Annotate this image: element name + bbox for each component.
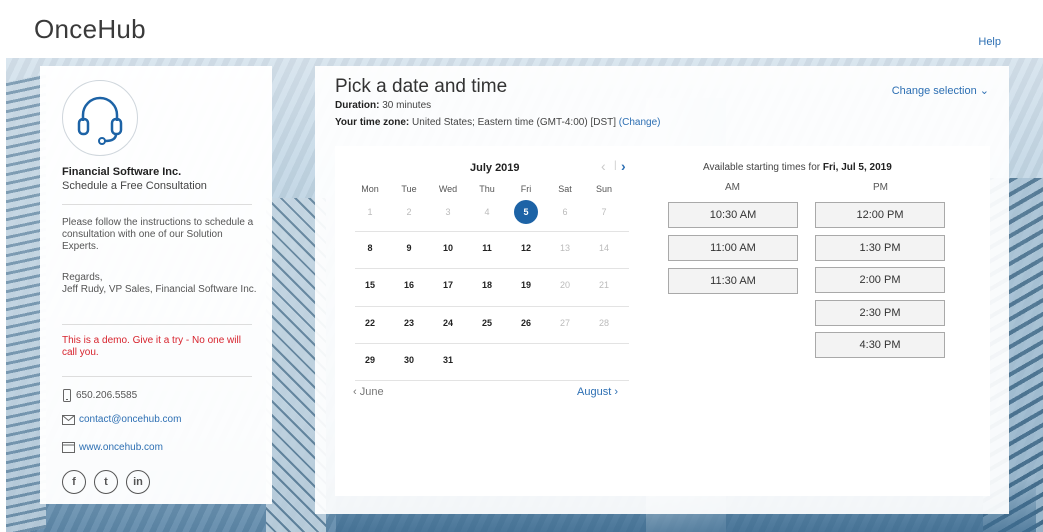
- divider: [62, 324, 252, 325]
- timezone-info: Your time zone: United States; Eastern t…: [335, 117, 661, 128]
- phone-number: 650.206.5585: [76, 390, 138, 401]
- website-link[interactable]: www.oncehub.com: [79, 442, 163, 453]
- calendar-day[interactable]: 25: [472, 318, 502, 328]
- weekday-header: Fri: [520, 184, 532, 194]
- chevron-down-icon: ⌄: [979, 85, 989, 97]
- twitter-icon[interactable]: t: [94, 470, 118, 494]
- calendar-day[interactable]: 29: [355, 355, 385, 365]
- weekday-header: Sun: [595, 184, 612, 194]
- email-row[interactable]: contact@oncehub.com: [62, 414, 181, 425]
- calendar-day: 14: [598, 243, 609, 253]
- calendar-day[interactable]: 18: [472, 280, 502, 290]
- calendar-day: 7: [601, 207, 607, 217]
- calendar-day[interactable]: 30: [394, 355, 424, 365]
- social-links: f t in: [62, 470, 150, 494]
- calendar-day[interactable]: 12: [511, 243, 541, 253]
- calendar-row-divider: [355, 231, 629, 232]
- weekday-header: Tue: [401, 184, 417, 194]
- headset-icon: [62, 80, 138, 156]
- website-row[interactable]: www.oncehub.com: [62, 442, 163, 453]
- profile-card: Financial Software Inc. Schedule a Free …: [40, 66, 272, 504]
- time-slot-button[interactable]: 4:30 PM: [815, 332, 945, 358]
- booking-subtitle: Schedule a Free Consultation: [62, 180, 207, 192]
- scheduler-panel: Pick a date and time Duration: 30 minute…: [315, 66, 1009, 514]
- change-selection-dropdown[interactable]: Change selection ⌄: [892, 84, 989, 97]
- calendar-day: 21: [598, 280, 609, 290]
- weekday-header: Thu: [479, 184, 495, 194]
- regards-text: Regards, Jeff Rudy, VP Sales, Financial …: [62, 272, 257, 295]
- calendar-day[interactable]: 26: [511, 318, 541, 328]
- calendar-day: 28: [598, 318, 609, 328]
- linkedin-icon[interactable]: in: [126, 470, 150, 494]
- chevron-right-icon: ›: [614, 386, 618, 398]
- time-slot-button[interactable]: 11:00 AM: [668, 235, 798, 261]
- calendar-day[interactable]: 24: [433, 318, 463, 328]
- time-slot-button[interactable]: 2:30 PM: [815, 299, 945, 326]
- page-title: Pick a date and time: [335, 76, 508, 97]
- month-title: July 2019: [470, 162, 520, 174]
- browser-icon: [62, 442, 75, 453]
- divider: [62, 204, 252, 205]
- calendar-row-divider: [355, 268, 629, 269]
- calendar-day: 13: [559, 243, 570, 253]
- calendar-day: 27: [559, 318, 570, 328]
- prev-month-arrow-icon[interactable]: ‹: [601, 158, 606, 174]
- time-slot-button[interactable]: 2:00 PM: [815, 267, 945, 293]
- divider: [62, 376, 252, 377]
- oncehub-logo[interactable]: OnceHub: [34, 14, 146, 45]
- calendar-day[interactable]: 31: [433, 355, 463, 365]
- pm-label: PM: [873, 182, 888, 193]
- prev-month-link[interactable]: ‹ June: [353, 386, 384, 398]
- calendar-day: 3: [445, 207, 451, 217]
- calendar-day-selected[interactable]: 5: [514, 200, 538, 224]
- envelope-icon: [62, 414, 75, 425]
- company-name: Financial Software Inc.: [62, 166, 182, 178]
- time-slot-button[interactable]: 10:30 AM: [668, 202, 798, 228]
- calendar-day[interactable]: 16: [394, 280, 424, 290]
- instructions-text: Please follow the instructions to schedu…: [62, 217, 254, 252]
- next-month-arrow-icon[interactable]: ›: [621, 158, 626, 174]
- calendar-day[interactable]: 8: [355, 243, 385, 253]
- weekday-header: Mon: [361, 184, 379, 194]
- calendar-row-divider: [355, 380, 629, 381]
- chevron-left-icon: ‹: [353, 386, 357, 398]
- calendar-day[interactable]: 10: [433, 243, 463, 253]
- calendar-day: 2: [406, 207, 412, 217]
- facebook-icon[interactable]: f: [62, 470, 86, 494]
- time-slot-button[interactable]: 11:30 AM: [668, 268, 798, 294]
- calendar-row-divider: [355, 343, 629, 344]
- weekday-header: Wed: [438, 184, 458, 194]
- next-month-link[interactable]: August ›: [577, 386, 618, 398]
- phone-row: 650.206.5585: [62, 389, 137, 402]
- calendar-day: 1: [367, 207, 373, 217]
- email-link[interactable]: contact@oncehub.com: [79, 414, 181, 425]
- calendar-day: 4: [484, 207, 490, 217]
- demo-notice: This is a demo. Give it a try - No one w…: [62, 335, 241, 358]
- available-times-heading: Available starting times for Fri, Jul 5,…: [703, 162, 892, 173]
- calendar-day[interactable]: 15: [355, 280, 385, 290]
- top-bar: OnceHub Help: [0, 0, 1043, 58]
- calendar-row-divider: [355, 306, 629, 307]
- calendar-day: 6: [562, 207, 568, 217]
- phone-icon: [63, 389, 71, 402]
- calendar-day[interactable]: 11: [472, 243, 502, 253]
- calendar-day[interactable]: 9: [394, 243, 424, 253]
- calendar-day: 20: [559, 280, 570, 290]
- calendar-day[interactable]: 22: [355, 318, 385, 328]
- change-timezone-link[interactable]: (Change): [619, 117, 661, 128]
- time-slot-button[interactable]: 12:00 PM: [815, 202, 945, 228]
- calendar-day[interactable]: 19: [511, 280, 541, 290]
- duration-info: Duration: 30 minutes: [335, 100, 432, 111]
- calendar-day[interactable]: 23: [394, 318, 424, 328]
- weekday-header: Sat: [558, 184, 572, 194]
- time-slot-button[interactable]: 1:30 PM: [815, 234, 945, 261]
- calendar-day[interactable]: 17: [433, 280, 463, 290]
- help-link[interactable]: Help: [978, 36, 1001, 48]
- date-time-picker: July 2019 ‹ | › Mon Tue Wed Thu Fri Sat Sun 1 2 3…: [335, 146, 990, 496]
- am-label: AM: [725, 182, 740, 193]
